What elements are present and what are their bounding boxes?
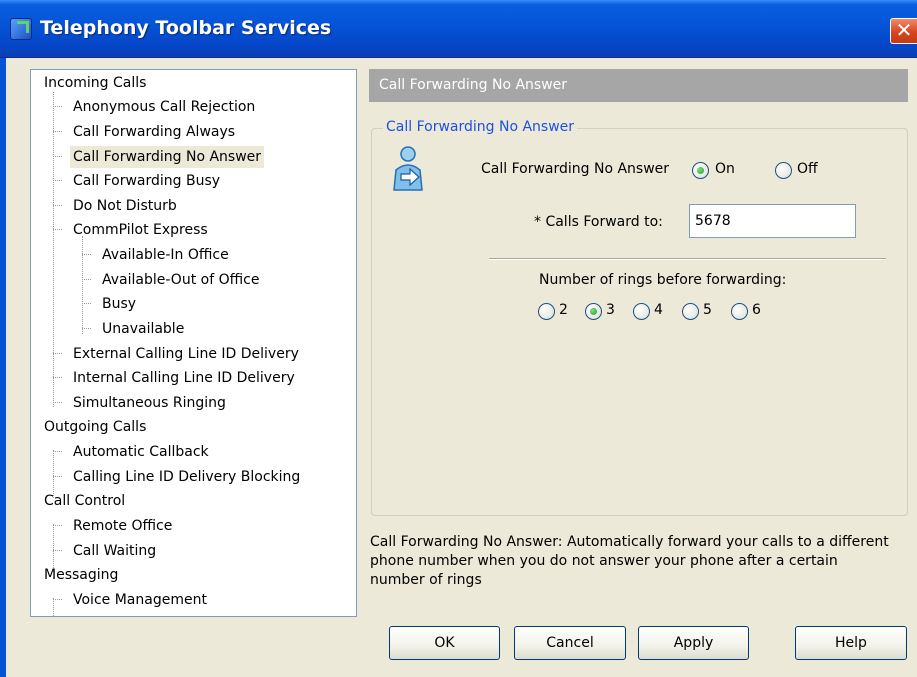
groupbox-title: Call Forwarding No Answer [383, 118, 578, 136]
tree-branch [53, 550, 62, 551]
tree-item-call-forwarding-always[interactable]: Call Forwarding Always [73, 121, 235, 143]
app-icon [10, 18, 32, 40]
calls-forward-to-input[interactable]: 5678 [689, 204, 856, 238]
tree-group-messaging[interactable]: Messaging [44, 564, 118, 586]
tree-branch [82, 303, 91, 304]
close-button[interactable]: ✕ [890, 18, 917, 44]
tree-branch [53, 353, 62, 354]
tree-branch [82, 328, 91, 329]
tree-connector [82, 236, 83, 334]
tree-item-unavailable[interactable]: Unavailable [102, 318, 184, 340]
tree-connector [53, 92, 54, 407]
apply-button[interactable]: Apply [638, 626, 749, 660]
tree-branch [53, 525, 62, 526]
on-label[interactable]: On [715, 161, 735, 177]
settings-groupbox [371, 128, 908, 516]
tree-item-voice-management[interactable]: Voice Management [73, 589, 207, 611]
tree-branch [53, 106, 62, 107]
services-tree[interactable]: Incoming Calls Anonymous Call Rejection … [30, 69, 357, 617]
tree-branch [53, 451, 62, 452]
tree-item-remote-office[interactable]: Remote Office [73, 515, 172, 537]
panel-header: Call Forwarding No Answer [369, 69, 908, 102]
tree-group-incoming-calls[interactable]: Incoming Calls [44, 72, 146, 94]
tree-branch [53, 377, 62, 378]
tree-branch [53, 180, 62, 181]
user-forward-icon [393, 146, 423, 191]
tree-branch [53, 205, 62, 206]
tree-item-call-waiting[interactable]: Call Waiting [73, 540, 156, 562]
tree-branch [53, 476, 62, 477]
tree-branch [53, 131, 62, 132]
tree-item-calling-line-id-delivery-blocking[interactable]: Calling Line ID Delivery Blocking [73, 466, 300, 488]
tree-group-call-control[interactable]: Call Control [44, 490, 125, 512]
tree-branch [82, 279, 91, 280]
tree-branch [53, 402, 62, 403]
tree-item-call-forwarding-busy[interactable]: Call Forwarding Busy [73, 170, 220, 192]
tree-branch [53, 599, 62, 600]
rings-option-4[interactable]: 4 [654, 302, 663, 318]
help-button[interactable]: Help [795, 626, 907, 660]
cancel-button[interactable]: Cancel [514, 626, 626, 660]
rings-option-5[interactable]: 5 [703, 302, 712, 318]
tree-branch [53, 156, 62, 157]
tree-item-anonymous-call-rejection[interactable]: Anonymous Call Rejection [73, 96, 255, 118]
calls-forward-to-label: * Calls Forward to: [534, 214, 663, 230]
rings-option-3[interactable]: 3 [606, 302, 615, 318]
rings-option-6[interactable]: 6 [752, 302, 761, 318]
rings-option-2[interactable]: 2 [559, 302, 568, 318]
rings-radio-5[interactable] [682, 303, 699, 320]
rings-radio-2[interactable] [538, 303, 555, 320]
tree-item-available-in-office[interactable]: Available-In Office [102, 244, 229, 266]
rings-label: Number of rings before forwarding: [539, 272, 787, 288]
tree-connector [53, 598, 54, 616]
window-frame-left [0, 58, 6, 677]
tree-branch [53, 229, 62, 230]
tree-item-do-not-disturb[interactable]: Do Not Disturb [73, 195, 177, 217]
ok-button[interactable]: OK [389, 626, 500, 660]
rings-radio-3[interactable] [585, 303, 602, 320]
tree-item-commpilot-express[interactable]: CommPilot Express [73, 219, 208, 241]
on-radio[interactable] [692, 162, 709, 179]
tree-group-outgoing-calls[interactable]: Outgoing Calls [44, 416, 146, 438]
tree-item-automatic-callback[interactable]: Automatic Callback [73, 441, 209, 463]
cfna-toggle-label: Call Forwarding No Answer [481, 161, 670, 177]
rings-radio-4[interactable] [633, 303, 650, 320]
tree-item-busy[interactable]: Busy [102, 293, 136, 315]
tree-item-available-out-of-office[interactable]: Available-Out of Office [102, 269, 259, 291]
title-bar[interactable]: Telephony Toolbar Services ✕ [0, 0, 917, 58]
tree-item-internal-calling-line-id-delivery[interactable]: Internal Calling Line ID Delivery [73, 367, 295, 389]
service-description: Call Forwarding No Answer: Automatically… [370, 534, 889, 588]
rings-radio-6[interactable] [731, 303, 748, 320]
off-label[interactable]: Off [797, 161, 818, 177]
tree-branch [82, 254, 91, 255]
window-title: Telephony Toolbar Services [40, 17, 332, 39]
tree-item-external-calling-line-id-delivery[interactable]: External Calling Line ID Delivery [73, 343, 299, 365]
tree-item-simultaneous-ringing[interactable]: Simultaneous Ringing [73, 392, 226, 414]
separator [489, 258, 886, 260]
tree-item-call-forwarding-no-answer[interactable]: Call Forwarding No Answer [70, 146, 265, 168]
off-radio[interactable] [775, 162, 792, 179]
